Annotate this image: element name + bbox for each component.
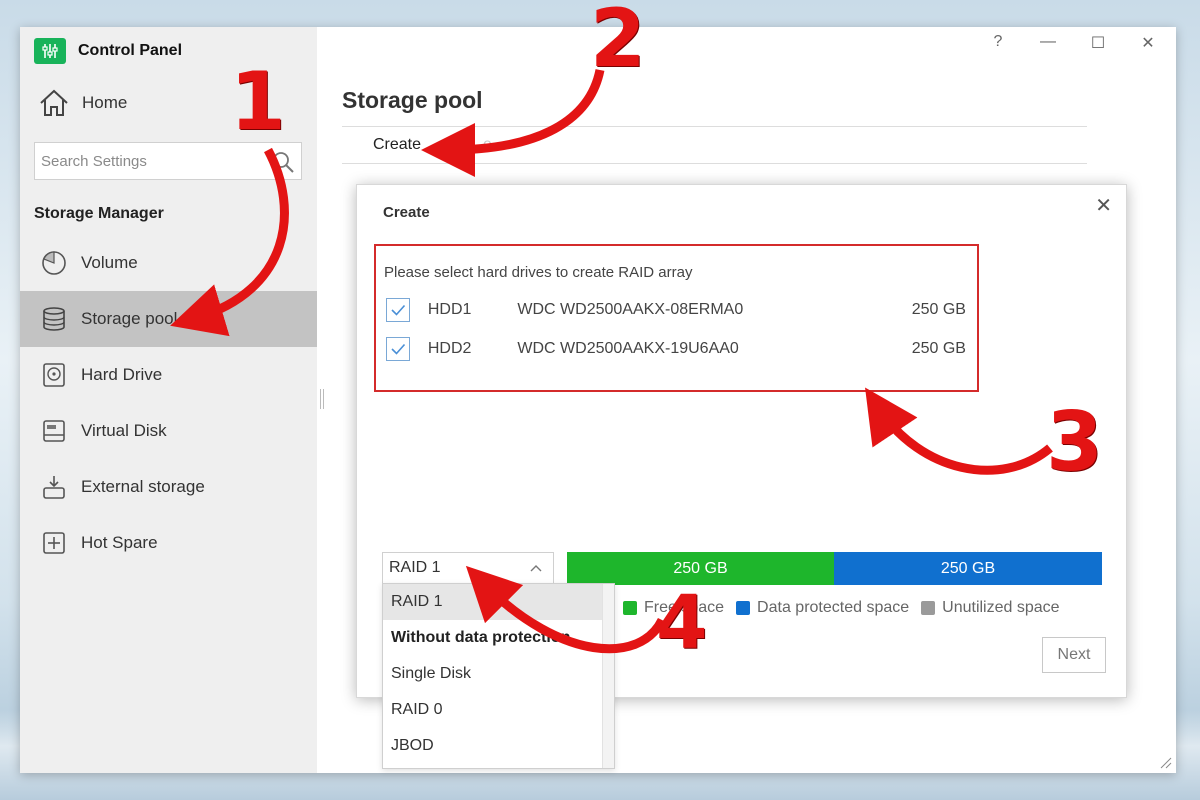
- raid-type-select[interactable]: RAID 1: [382, 552, 554, 584]
- capacity-protected-segment: 250 GB: [834, 552, 1102, 585]
- raid-select-value: RAID 1: [389, 559, 441, 576]
- sidebar-item-hot-spare[interactable]: Hot Spare: [20, 515, 317, 571]
- help-button[interactable]: ?: [986, 33, 1010, 53]
- drive-row: HDD1 WDC WD2500AAKX-08ERMA0 250 GB: [386, 297, 966, 323]
- annotation-step-3: 3: [1046, 395, 1104, 490]
- sidebar-item-storage-pool[interactable]: Storage pool: [20, 291, 317, 347]
- drive-selection-box: Please select hard drives to create RAID…: [374, 244, 979, 392]
- annotation-step-1: 1: [230, 55, 286, 148]
- dialog-close-icon[interactable]: ✕: [1095, 193, 1112, 218]
- annotation-step-4: 4: [656, 580, 708, 666]
- volume-pie-icon: [40, 249, 68, 277]
- maximize-button[interactable]: ☐: [1086, 33, 1110, 53]
- external-storage-icon: [40, 473, 68, 501]
- drive-size: 250 GB: [911, 301, 966, 318]
- raid-option-raid0[interactable]: RAID 0: [383, 692, 614, 728]
- sidebar-splitter-handle[interactable]: [320, 389, 324, 409]
- raid-options-scrollbar[interactable]: [602, 584, 614, 768]
- sidebar-item-label: External storage: [81, 477, 205, 496]
- sidebar-item-label: Volume: [81, 253, 138, 272]
- legend-swatch-protected: [736, 601, 751, 615]
- next-button[interactable]: Next: [1042, 637, 1106, 673]
- chevron-up-icon: [530, 565, 542, 572]
- raid-options-list: RAID 1 Without data protection Single Di…: [382, 583, 615, 769]
- home-label: Home: [82, 93, 128, 112]
- capacity-bar: 250 GB 250 GB: [567, 552, 1102, 585]
- drive-model: WDC WD2500AAKX-19U6AA0: [517, 340, 739, 357]
- main-tabs: Create e: [342, 126, 1087, 164]
- window-controls: ? — ☐ ✕: [986, 33, 1160, 53]
- annotation-step-2: 2: [590, 0, 646, 85]
- hard-drive-icon: [40, 361, 68, 389]
- sidebar-item-label: Virtual Disk: [81, 421, 167, 440]
- drive-model: WDC WD2500AAKX-08ERMA0: [517, 301, 744, 318]
- raid-option-jbod[interactable]: JBOD: [383, 728, 614, 764]
- close-window-button[interactable]: ✕: [1136, 33, 1160, 53]
- search-input[interactable]: [35, 152, 263, 170]
- sidebar-item-home[interactable]: Home: [38, 87, 127, 119]
- raid-option-raid1[interactable]: RAID 1: [383, 584, 614, 620]
- sidebar-item-label: Hot Spare: [81, 533, 158, 552]
- drive-checkbox[interactable]: [386, 298, 410, 322]
- sidebar-item-volume[interactable]: Volume: [20, 235, 317, 291]
- legend-protected: Data protected space: [736, 599, 909, 617]
- legend-protected-label: Data protected space: [757, 599, 910, 616]
- drive-row: HDD2 WDC WD2500AAKX-19U6AA0 250 GB: [386, 336, 966, 362]
- drive-name: HDD2: [427, 340, 472, 357]
- legend-swatch-unutilized: [921, 601, 936, 615]
- hot-spare-icon: [40, 529, 68, 557]
- raid-option-single-disk[interactable]: Single Disk: [383, 656, 614, 692]
- checkmark-icon: [391, 304, 406, 316]
- control-panel-logo-icon: [34, 38, 66, 64]
- legend-unutilized: Unutilized space: [921, 599, 1060, 617]
- sidebar-item-label: Hard Drive: [81, 365, 163, 384]
- page-title: Storage pool: [342, 87, 483, 113]
- sidebar-item-label: Storage pool: [81, 309, 178, 328]
- minimize-button[interactable]: —: [1036, 33, 1060, 53]
- sidebar-item-external-storage[interactable]: External storage: [20, 459, 317, 515]
- legend-unutilized-label: Unutilized space: [942, 599, 1060, 616]
- raid-group-without-protection: Without data protection: [391, 629, 571, 646]
- drive-size: 250 GB: [911, 340, 966, 357]
- sidebar-item-virtual-disk[interactable]: Virtual Disk: [20, 403, 317, 459]
- app-title: Control Panel: [34, 38, 182, 64]
- drive-checkbox[interactable]: [386, 337, 410, 361]
- section-title-storage-manager: Storage Manager: [34, 205, 164, 222]
- legend-swatch-free: [623, 601, 637, 615]
- dialog-title: Create: [383, 204, 430, 221]
- virtual-disk-icon: [40, 417, 68, 445]
- app-title-text: Control Panel: [78, 42, 183, 59]
- home-icon: [40, 89, 68, 116]
- tab-create[interactable]: Create: [342, 136, 421, 154]
- control-panel-window: Control Panel Home Storage Manager Volum…: [20, 27, 1176, 773]
- sidebar-nav: Volume Storage pool Hard Drive Virtual D…: [20, 235, 317, 571]
- database-stack-icon: [40, 305, 68, 333]
- drive-prompt: Please select hard drives to create RAID…: [384, 264, 693, 281]
- create-dialog: Create ✕ Please select hard drives to cr…: [356, 184, 1127, 769]
- drive-name: HDD1: [427, 301, 472, 318]
- checkmark-icon: [391, 343, 406, 355]
- search-icon[interactable]: [271, 150, 295, 174]
- sidebar-item-hard-drive[interactable]: Hard Drive: [20, 347, 317, 403]
- resize-grip-icon[interactable]: [1158, 755, 1172, 769]
- tab-secondary[interactable]: e: [421, 136, 492, 154]
